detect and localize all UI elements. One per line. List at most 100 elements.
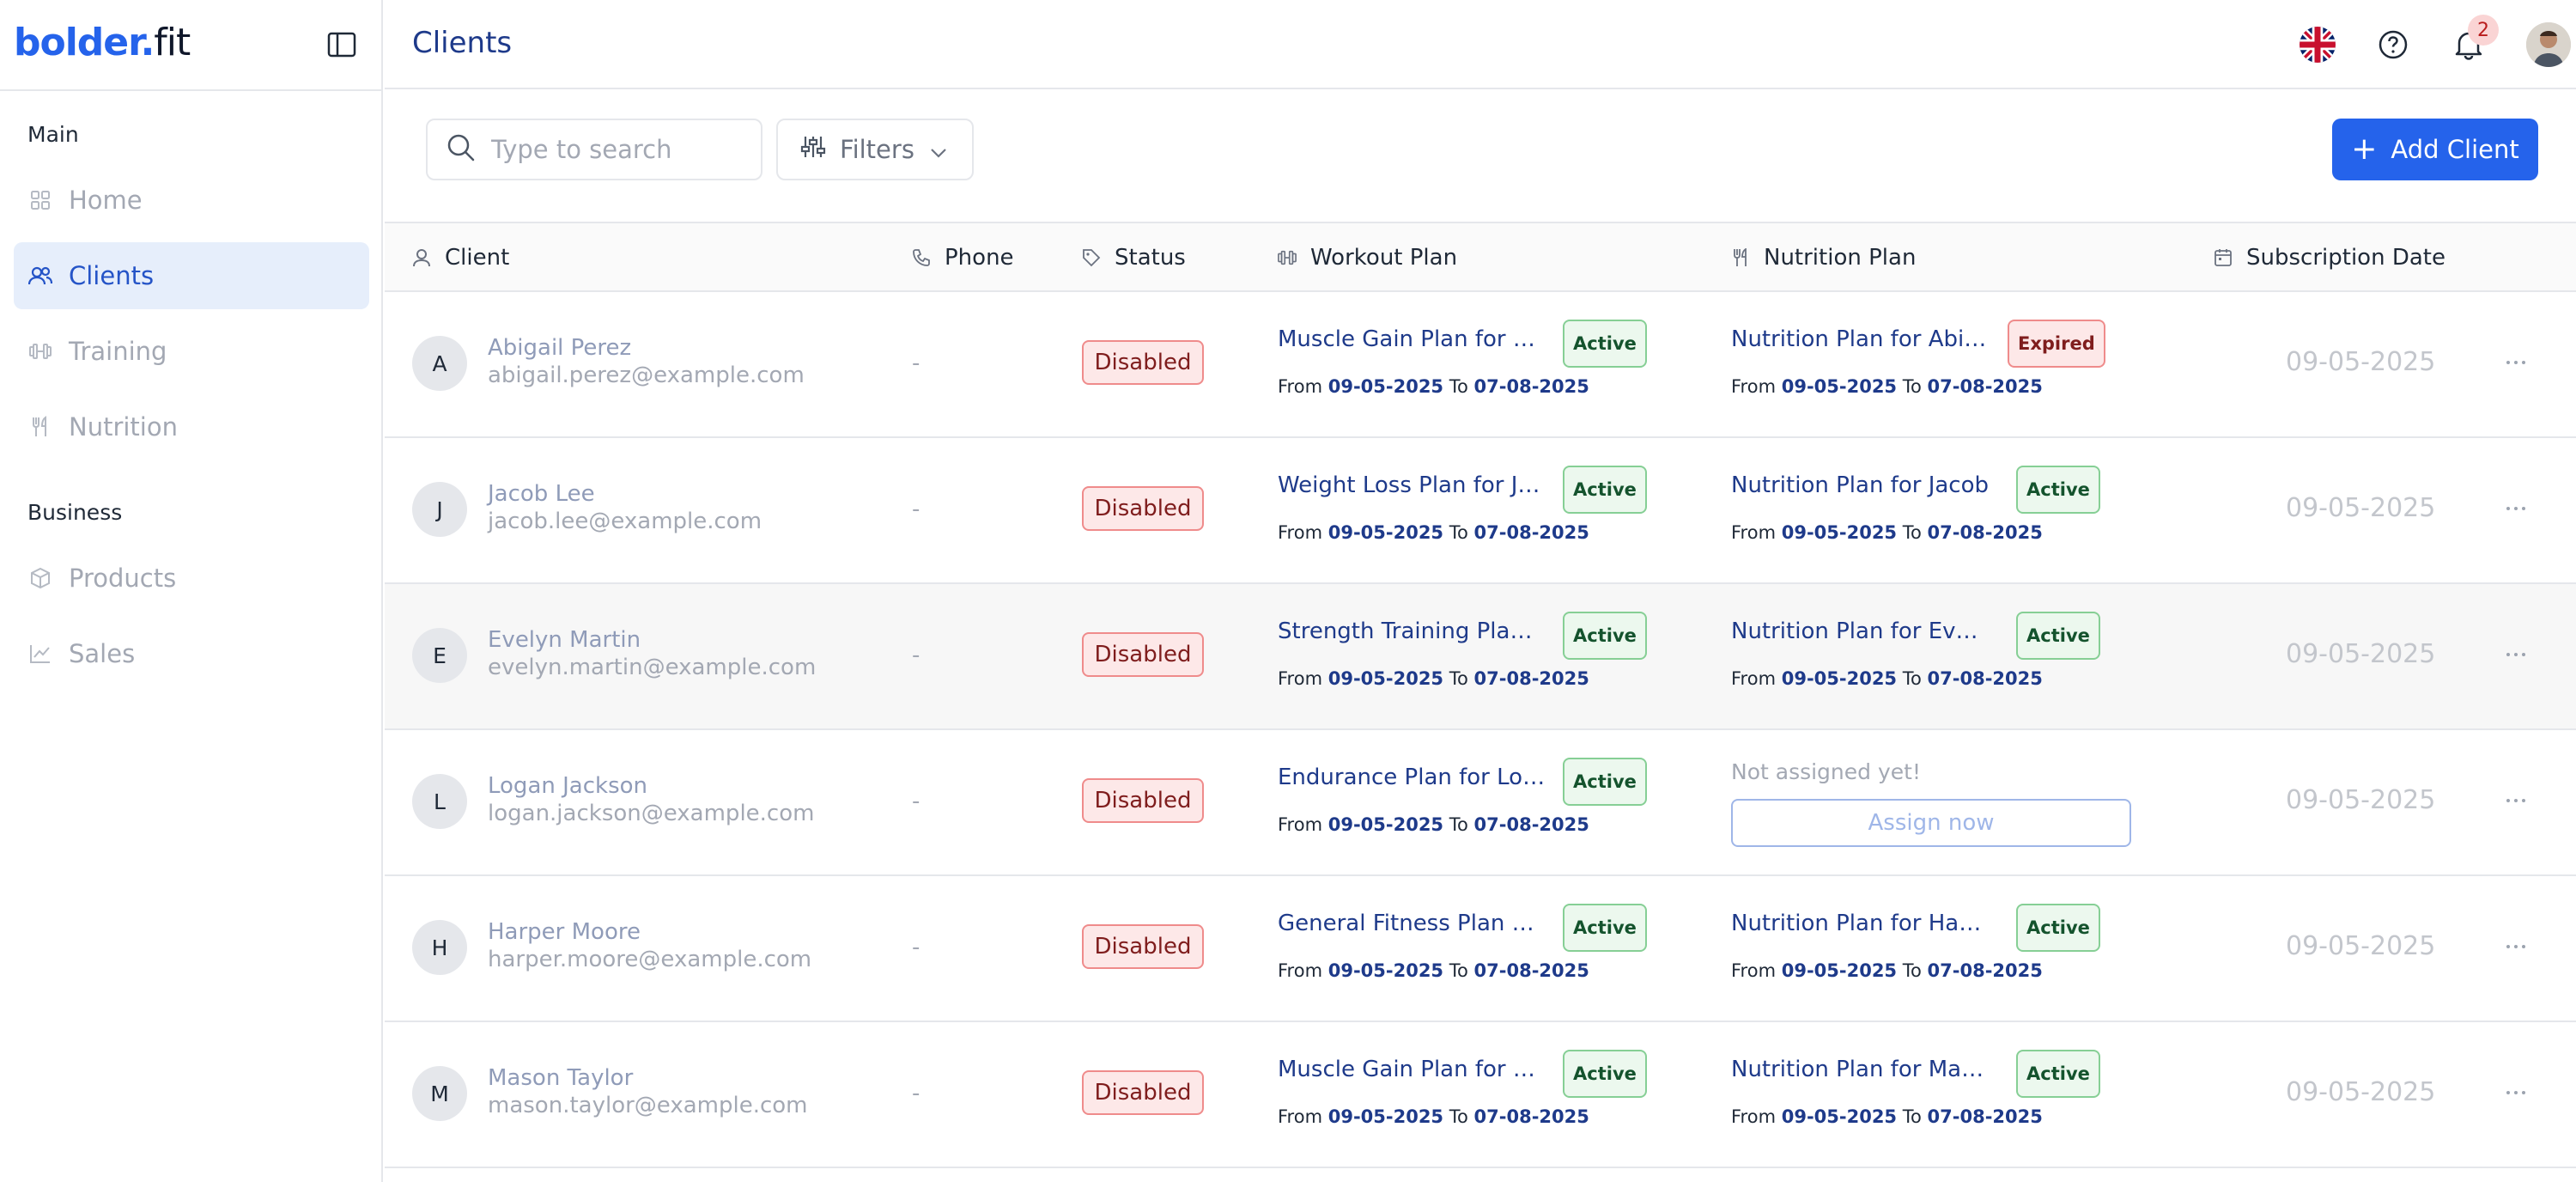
avatar: E — [412, 628, 467, 683]
table-row[interactable]: H Harper Moore harper.moore@example.com … — [385, 876, 2576, 1022]
more-actions-icon[interactable] — [2499, 637, 2533, 672]
table-row[interactable]: J Jacob Lee jacob.lee@example.com - Disa… — [385, 438, 2576, 584]
workout-plan-status-badge: Active — [1563, 904, 1647, 952]
top-bar: Clients 2 — [385, 0, 2576, 89]
client-phone: - — [912, 935, 920, 960]
search-input[interactable] — [491, 135, 749, 164]
column-header-nutrition-plan[interactable]: Nutrition Plan — [1731, 223, 1916, 292]
nutrition-plan-status-badge: Active — [2016, 1050, 2100, 1098]
more-actions-icon[interactable] — [2499, 929, 2533, 964]
client-name[interactable]: Abigail Perez — [488, 335, 631, 361]
column-header-phone[interactable]: Phone — [912, 223, 1014, 292]
nutrition-plan-name[interactable]: Nutrition Plan for Mason — [1731, 1057, 1989, 1082]
notifications-bell-icon[interactable]: 2 — [2451, 15, 2499, 63]
subscription-date: 09-05-2025 — [2286, 639, 2436, 669]
sidebar-item-sales[interactable]: Sales — [14, 620, 369, 687]
avatar: A — [412, 336, 467, 391]
column-header-status[interactable]: Status — [1082, 223, 1186, 292]
status-badge: Disabled — [1082, 778, 1204, 823]
column-label: Client — [445, 245, 510, 271]
grid-icon — [27, 187, 53, 213]
more-actions-icon[interactable] — [2499, 491, 2533, 526]
notification-count-badge: 2 — [2468, 15, 2499, 46]
plus-icon: + — [2351, 131, 2378, 167]
page-title: Clients — [412, 26, 513, 60]
brand-logo[interactable]: bolder. fit — [14, 21, 191, 69]
sidebar-item-training[interactable]: Training — [14, 318, 369, 385]
workout-plan-name[interactable]: General Fitness Plan for … — [1278, 911, 1540, 936]
client-email: harper.moore@example.com — [488, 947, 812, 972]
workout-plan-dates: From 09-05-2025 To 07-08-2025 — [1278, 522, 1589, 543]
table-row[interactable]: M Mason Taylor mason.taylor@example.com … — [385, 1022, 2576, 1168]
sidebar: bolder. fit Main Home Clients Training Nu… — [0, 0, 383, 1182]
workout-plan-name[interactable]: Endurance Plan for Logan — [1278, 765, 1552, 790]
column-header-client[interactable]: Client — [412, 223, 509, 292]
client-phone: - — [912, 643, 920, 668]
filters-button[interactable]: Filters — [776, 119, 974, 180]
nutrition-plan-dates: From 09-05-2025 To 07-08-2025 — [1731, 960, 2043, 981]
workout-plan-name[interactable]: Strength Training Plan fo… — [1278, 618, 1540, 644]
user-avatar[interactable] — [2526, 22, 2571, 67]
avatar: M — [412, 1066, 467, 1121]
client-name[interactable]: Harper Moore — [488, 919, 641, 945]
column-header-workout-plan[interactable]: Workout Plan — [1278, 223, 1457, 292]
table-row[interactable]: L Logan Jackson logan.jackson@example.co… — [385, 730, 2576, 876]
uk-flag-icon[interactable] — [2300, 27, 2336, 63]
client-email: logan.jackson@example.com — [488, 801, 815, 826]
workout-plan-name[interactable]: Weight Loss Plan for Jac… — [1278, 472, 1540, 498]
column-header-subscription-date[interactable]: Subscription Date — [2214, 223, 2445, 292]
client-email: jacob.lee@example.com — [488, 509, 762, 534]
status-badge: Disabled — [1082, 1070, 1204, 1115]
search-box[interactable] — [426, 119, 762, 180]
sidebar-item-home[interactable]: Home — [14, 167, 369, 234]
workout-plan-dates: From 09-05-2025 To 07-08-2025 — [1278, 814, 1589, 835]
client-name[interactable]: Mason Taylor — [488, 1065, 633, 1091]
avatar: L — [412, 774, 467, 829]
column-label: Subscription Date — [2246, 245, 2445, 271]
workout-plan-status-badge: Active — [1563, 1050, 1647, 1098]
table-row[interactable]: E Evelyn Martin evelyn.martin@example.co… — [385, 584, 2576, 730]
phone-icon — [912, 248, 931, 267]
nutrition-plan-name[interactable]: Nutrition Plan for Evelyn — [1731, 618, 1989, 644]
dumbbell-icon — [1278, 248, 1297, 267]
sidebar-item-products[interactable]: Products — [14, 545, 369, 612]
workout-plan-status-badge: Active — [1563, 758, 1647, 806]
top-bar-actions: 2 — [2300, 15, 2576, 70]
nutrition-plan-status-badge: Expired — [2008, 320, 2105, 368]
workout-plan-dates: From 09-05-2025 To 07-08-2025 — [1278, 960, 1589, 981]
dumbbell-icon — [27, 338, 53, 364]
more-actions-icon[interactable] — [2499, 345, 2533, 380]
subscription-date: 09-05-2025 — [2286, 1077, 2436, 1107]
workout-plan-status-badge: Active — [1563, 320, 1647, 368]
add-client-button[interactable]: + Add Client — [2332, 119, 2538, 180]
nutrition-plan-status-badge: Active — [2016, 612, 2100, 660]
users-icon — [27, 263, 53, 289]
client-phone: - — [912, 789, 920, 814]
workout-plan-name[interactable]: Muscle Gain Plan for Abi… — [1278, 326, 1540, 352]
sliders-icon — [800, 134, 826, 166]
workout-plan-name[interactable]: Muscle Gain Plan for Mas… — [1278, 1057, 1540, 1082]
client-name[interactable]: Jacob Lee — [488, 481, 595, 507]
assign-now-button[interactable]: Assign now — [1731, 799, 2131, 847]
help-icon[interactable] — [2375, 27, 2411, 63]
more-actions-icon[interactable] — [2499, 1075, 2533, 1110]
nutrition-plan-name[interactable]: Nutrition Plan for Harper — [1731, 911, 1989, 936]
sidebar-divider — [0, 89, 383, 91]
sidebar-item-label: Home — [69, 186, 143, 215]
user-icon — [412, 248, 431, 267]
nutrition-plan-name[interactable]: Nutrition Plan for Abigail — [1731, 326, 1989, 352]
client-name[interactable]: Logan Jackson — [488, 773, 647, 799]
sidebar-item-label: Clients — [69, 261, 155, 290]
table-row[interactable]: A Abigail Perez abigail.perez@example.co… — [385, 292, 2576, 438]
client-name[interactable]: Evelyn Martin — [488, 627, 641, 653]
avatar: J — [412, 482, 467, 537]
sidebar-item-nutrition[interactable]: Nutrition — [14, 393, 369, 460]
nutrition-plan-name[interactable]: Nutrition Plan for Jacob — [1731, 472, 1989, 498]
sidebar-toggle-icon[interactable] — [325, 27, 359, 62]
client-phone: - — [912, 350, 920, 376]
more-actions-icon[interactable] — [2499, 783, 2533, 818]
section-label-business: Business — [27, 500, 123, 525]
sidebar-item-clients[interactable]: Clients — [14, 242, 369, 309]
package-icon — [27, 565, 53, 591]
tag-icon — [1082, 248, 1101, 267]
